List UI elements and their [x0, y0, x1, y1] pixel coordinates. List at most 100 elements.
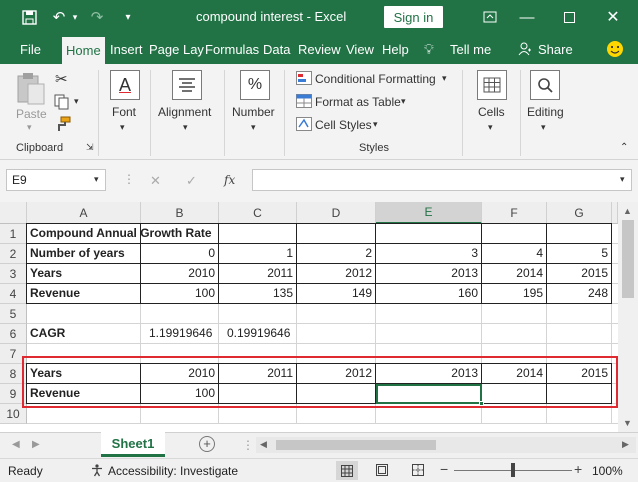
accessibility-status[interactable]: Accessibility: Investigate — [108, 464, 238, 478]
insert-function-button[interactable]: fx — [224, 173, 235, 187]
cells-icon[interactable] — [477, 70, 507, 100]
cell-c1[interactable] — [219, 224, 297, 244]
zoom-in-icon[interactable]: + — [574, 461, 582, 477]
share-button[interactable]: Share — [538, 34, 573, 64]
cell-e3[interactable]: 2013 — [376, 264, 482, 284]
scroll-up-icon[interactable]: ▲ — [623, 206, 632, 216]
column-header-b[interactable]: B — [141, 202, 219, 224]
cell-b3[interactable]: 2010 — [141, 264, 219, 284]
column-header-f[interactable]: F — [482, 202, 547, 224]
conditional-formatting-dropdown-icon[interactable]: ▾ — [442, 73, 447, 84]
tab-data[interactable]: Data — [263, 34, 290, 64]
font-icon[interactable]: A — [110, 70, 140, 100]
cell-d5[interactable] — [297, 304, 376, 324]
tab-file[interactable]: File — [20, 34, 41, 64]
alignment-button[interactable]: Alignment — [158, 105, 211, 119]
cell-b6[interactable]: 1.19919646 — [141, 324, 219, 344]
format-as-table-button[interactable]: Format as Table — [315, 95, 401, 109]
cell-d2[interactable]: 2 — [297, 244, 376, 264]
cell-styles-button[interactable]: Cell Styles — [315, 118, 372, 132]
undo-icon[interactable]: ↶ — [48, 0, 70, 34]
alignment-icon[interactable] — [172, 70, 202, 100]
tab-help[interactable]: Help — [382, 34, 409, 64]
cell-g5[interactable] — [547, 304, 612, 324]
tab-page-layout[interactable]: Page Lay — [149, 34, 204, 64]
zoom-level[interactable]: 100% — [592, 464, 623, 478]
format-as-table-dropdown-icon[interactable]: ▾ — [401, 96, 406, 107]
zoom-out-icon[interactable]: − — [440, 461, 448, 477]
cell-a3[interactable]: Years — [27, 264, 141, 284]
paste-label[interactable]: Paste — [16, 107, 47, 121]
copy-icon[interactable] — [54, 94, 72, 113]
page-layout-view-icon[interactable] — [376, 464, 388, 479]
cell-e5[interactable] — [376, 304, 482, 324]
maximize-icon[interactable] — [554, 0, 584, 34]
redo-icon[interactable]: ↷ — [86, 0, 108, 34]
minimize-icon[interactable]: — — [512, 0, 542, 34]
expand-formula-bar-icon[interactable]: ▾ — [620, 174, 625, 185]
cell-f1[interactable] — [482, 224, 547, 244]
row-header-5[interactable]: 5 — [0, 304, 27, 324]
column-header-e[interactable]: E — [376, 202, 482, 224]
select-all-corner[interactable] — [0, 202, 27, 224]
selected-cell-e9[interactable] — [376, 384, 482, 404]
column-header-g[interactable]: G — [547, 202, 612, 224]
cell-a4[interactable]: Revenue — [27, 284, 141, 304]
cell-d6[interactable] — [297, 324, 376, 344]
cell-g6[interactable] — [547, 324, 612, 344]
tab-home[interactable]: Home — [62, 37, 105, 64]
cell-f6[interactable] — [482, 324, 547, 344]
cell-b5[interactable] — [141, 304, 219, 324]
cell-d1[interactable] — [297, 224, 376, 244]
next-sheet-icon[interactable]: ▶ — [32, 439, 40, 450]
horizontal-scroll-thumb[interactable] — [276, 440, 436, 450]
cell-c3[interactable]: 2011 — [219, 264, 297, 284]
cell-c4[interactable]: 135 — [219, 284, 297, 304]
cell-b2[interactable]: 0 — [141, 244, 219, 264]
scroll-thumb[interactable] — [622, 220, 634, 298]
tab-view[interactable]: View — [346, 34, 374, 64]
cells-button[interactable]: Cells — [478, 105, 505, 119]
sign-in-button[interactable]: Sign in — [384, 6, 443, 28]
cell-f4[interactable]: 195 — [482, 284, 547, 304]
tab-insert[interactable]: Insert — [110, 34, 143, 64]
new-sheet-icon[interactable]: + — [199, 436, 215, 452]
paste-icon[interactable] — [14, 72, 48, 106]
normal-view-icon[interactable] — [336, 461, 358, 480]
cell-f5[interactable] — [482, 304, 547, 324]
undo-dropdown-icon[interactable]: ▾ — [70, 0, 80, 34]
cell-f2[interactable]: 4 — [482, 244, 547, 264]
scroll-left-icon[interactable]: ◀ — [260, 439, 267, 450]
formula-input[interactable] — [252, 169, 632, 191]
tell-me-search[interactable]: Tell me — [450, 34, 491, 64]
number-button[interactable]: Number — [232, 105, 275, 119]
cell-d3[interactable]: 2012 — [297, 264, 376, 284]
cell-a2[interactable]: Number of years — [27, 244, 141, 264]
cell-g4[interactable]: 248 — [547, 284, 612, 304]
row-header-6[interactable]: 6 — [0, 324, 27, 344]
cell-b4[interactable]: 100 — [141, 284, 219, 304]
cell-g3[interactable]: 2015 — [547, 264, 612, 284]
percent-icon[interactable]: % — [240, 70, 270, 100]
scroll-right-icon[interactable]: ▶ — [622, 439, 629, 450]
horizontal-scrollbar[interactable]: ◀ ▶ — [256, 437, 636, 453]
copy-dropdown-icon[interactable]: ▾ — [74, 96, 79, 107]
cells-dropdown-icon[interactable]: ▾ — [488, 122, 493, 133]
close-icon[interactable]: ✕ — [598, 0, 628, 34]
search-icon[interactable] — [530, 70, 560, 100]
tab-split-handle-icon[interactable]: ⋮ — [242, 438, 254, 452]
row-header-1[interactable]: 1 — [0, 224, 27, 244]
paste-dropdown-icon[interactable]: ▾ — [27, 122, 32, 133]
smiley-icon[interactable] — [606, 34, 624, 64]
enter-icon[interactable]: ✓ — [186, 173, 197, 189]
cell-g2[interactable]: 5 — [547, 244, 612, 264]
cell-d4[interactable]: 149 — [297, 284, 376, 304]
zoom-slider-thumb[interactable] — [511, 463, 515, 477]
scroll-down-icon[interactable]: ▼ — [623, 418, 632, 428]
cell-a5[interactable] — [27, 304, 141, 324]
cell-f3[interactable]: 2014 — [482, 264, 547, 284]
sheet-tab-sheet1[interactable]: Sheet1 — [101, 432, 165, 457]
cell-c6[interactable]: 0.19919646 — [219, 324, 297, 344]
cancel-icon[interactable]: ✕ — [150, 173, 161, 189]
column-header-c[interactable]: C — [219, 202, 297, 224]
